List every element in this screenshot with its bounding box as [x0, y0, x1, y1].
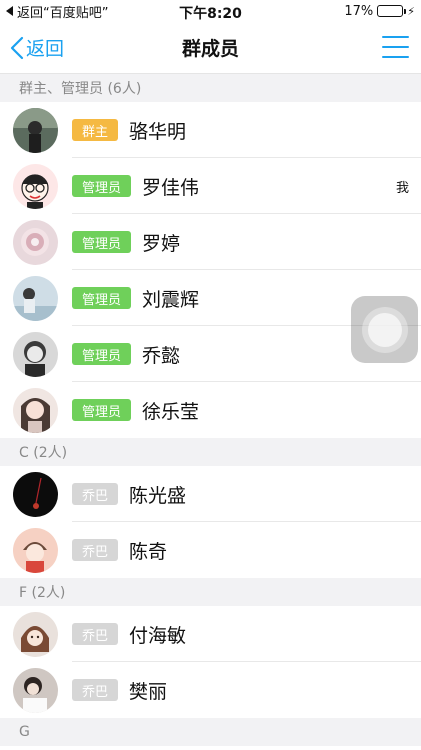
avatar[interactable]	[13, 611, 58, 657]
battery-icon	[377, 5, 407, 17]
role-badge: 管理员	[72, 343, 132, 365]
section-header: C (2人)	[0, 438, 421, 466]
member-name: 乔懿	[142, 344, 181, 367]
role-badge: 乔巴	[72, 679, 119, 701]
status-bar: 返回“百度贴吧” 下午8:20 17% ⚡	[0, 0, 421, 22]
member-row[interactable]: 乔巴 陈光盛	[0, 466, 421, 522]
menu-icon-line	[382, 56, 409, 58]
member-name: 陈奇	[129, 540, 168, 563]
menu-button[interactable]	[382, 36, 409, 58]
member-name: 罗佳伟	[142, 176, 200, 199]
member-name: 罗婷	[142, 232, 181, 255]
role-badge: 群主	[72, 119, 119, 141]
section-header: F (2人)	[0, 578, 421, 606]
role-badge: 乔巴	[72, 483, 119, 505]
member-row[interactable]: 乔巴 樊丽	[0, 662, 421, 718]
member-row[interactable]: 管理员 罗佳伟 我	[0, 158, 421, 214]
member-row[interactable]: 群主 骆华明	[0, 102, 421, 158]
nav-bar: 返回 群成员	[0, 22, 421, 74]
member-name: 陈光盛	[129, 484, 187, 507]
avatar[interactable]	[13, 163, 58, 209]
battery-percent: 17%	[344, 3, 374, 19]
assistive-touch-icon	[361, 306, 408, 353]
role-badge: 乔巴	[72, 539, 119, 561]
role-badge: 乔巴	[72, 623, 119, 645]
role-badge: 管理员	[72, 175, 132, 197]
avatar[interactable]	[13, 107, 58, 153]
member-list: 群主、管理员 (6人) 群主 骆华明 管理员 罗佳伟我管理员 罗婷 管理员 刘震辉 管理员 乔懿管…	[0, 74, 421, 746]
back-button[interactable]: 返回	[0, 34, 64, 61]
avatar[interactable]	[13, 667, 58, 713]
member-name: 樊丽	[129, 680, 168, 703]
status-back-to-app[interactable]: 返回“百度贴吧”	[6, 2, 108, 21]
menu-icon-line	[382, 36, 409, 38]
avatar[interactable]	[13, 331, 58, 377]
charging-bolt-icon: ⚡	[407, 4, 415, 18]
menu-icon-line	[382, 46, 409, 48]
member-name: 刘震辉	[142, 288, 200, 311]
member-name: 付海敏	[129, 624, 187, 647]
member-row[interactable]: 乔巴 付海敏	[0, 606, 421, 662]
avatar[interactable]	[13, 219, 58, 265]
avatar[interactable]	[13, 471, 58, 517]
role-badge: 管理员	[72, 231, 132, 253]
status-back-app-label: 返回“百度贴吧”	[17, 5, 109, 21]
me-tag: 我	[395, 180, 409, 196]
role-badge: 管理员	[72, 399, 132, 421]
avatar[interactable]	[13, 275, 58, 321]
member-name: 徐乐莹	[142, 400, 200, 423]
assistive-touch-button[interactable]	[351, 296, 418, 363]
member-row[interactable]: 管理员 罗婷	[0, 214, 421, 270]
back-triangle-icon	[6, 6, 13, 16]
member-row[interactable]: 乔巴 陈奇	[0, 522, 421, 578]
avatar[interactable]	[13, 387, 58, 433]
member-name: 骆华明	[129, 120, 187, 143]
back-button-label: 返回	[26, 38, 65, 60]
section-header: G	[0, 718, 421, 746]
section-header: 群主、管理员 (6人)	[0, 74, 421, 102]
member-row[interactable]: 管理员 徐乐莹	[0, 382, 421, 438]
avatar[interactable]	[13, 527, 58, 573]
chevron-left-icon	[10, 36, 24, 59]
role-badge: 管理员	[72, 287, 132, 309]
